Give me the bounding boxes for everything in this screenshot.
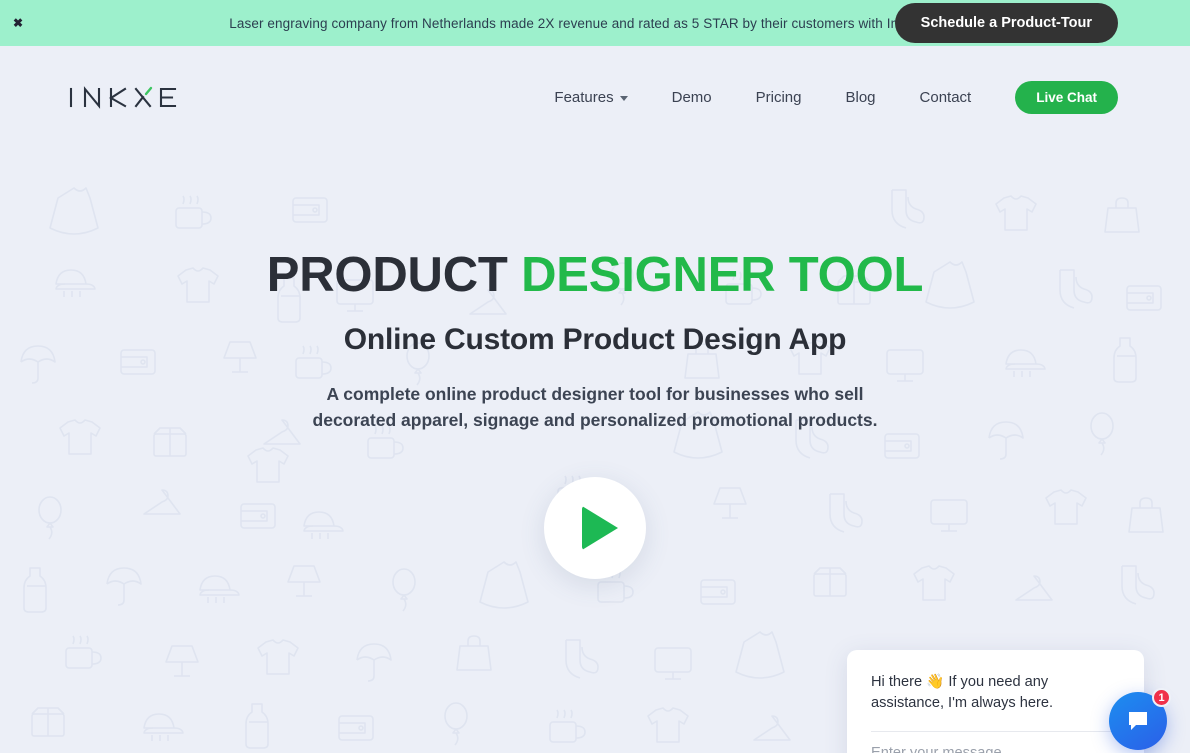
nav-item-features[interactable]: Features	[532, 89, 649, 106]
close-icon[interactable]: ✖	[13, 17, 23, 29]
chat-unread-badge: 1	[1152, 688, 1171, 707]
hero-title: PRODUCT DESIGNER TOOL	[0, 248, 1190, 302]
nav-label-features: Features	[554, 89, 614, 106]
nav-item-pricing[interactable]: Pricing	[734, 89, 824, 106]
hero-section: PRODUCT DESIGNER TOOL Online Custom Prod…	[0, 149, 1190, 580]
main-navigation: Features Demo Pricing Blog Contact Live …	[532, 81, 1118, 114]
logo-inkxe[interactable]: INKXE	[68, 85, 190, 111]
hero-subtitle: Online Custom Product Design App	[343, 323, 847, 357]
hero-title-part1: PRODUCT	[266, 248, 508, 302]
chat-bubble-icon	[1129, 712, 1147, 730]
chevron-down-icon	[619, 96, 628, 101]
chat-divider	[871, 731, 1120, 733]
promo-message: Laser engraving company from Netherlands…	[229, 15, 961, 31]
logo-icon	[69, 85, 177, 109]
chat-launcher-button[interactable]: 1	[1109, 688, 1171, 750]
nav-item-blog[interactable]: Blog	[824, 89, 898, 106]
chat-widget-card: Hi there 👋 If you need any assistance, I…	[847, 650, 1144, 753]
hero-title-part2: DESIGNER TOOL	[521, 248, 924, 302]
nav-item-demo[interactable]: Demo	[650, 89, 734, 106]
site-header: INKXE Features Demo Pricing Blog Contact…	[0, 46, 1190, 149]
chat-message-input[interactable]	[871, 745, 1120, 753]
hero-description-line2: decorated apparel, signage and personali…	[312, 409, 878, 430]
hero-description-line1: A complete online product designer tool …	[326, 384, 864, 405]
schedule-product-tour-button[interactable]: Schedule a Product-Tour	[894, 3, 1118, 43]
play-triangle-icon	[581, 506, 618, 551]
page-body: INKXE Features Demo Pricing Blog Contact…	[0, 46, 1190, 753]
hero-description: A complete online product designer tool …	[0, 382, 1190, 433]
live-chat-button[interactable]: Live Chat	[1015, 81, 1118, 114]
nav-item-contact[interactable]: Contact	[898, 89, 994, 106]
play-video-button[interactable]	[544, 477, 646, 580]
chat-greeting-text: Hi there 👋 If you need any assistance, I…	[871, 674, 1054, 712]
promo-banner: ✖ Laser engraving company from Netherlan…	[0, 0, 1190, 46]
